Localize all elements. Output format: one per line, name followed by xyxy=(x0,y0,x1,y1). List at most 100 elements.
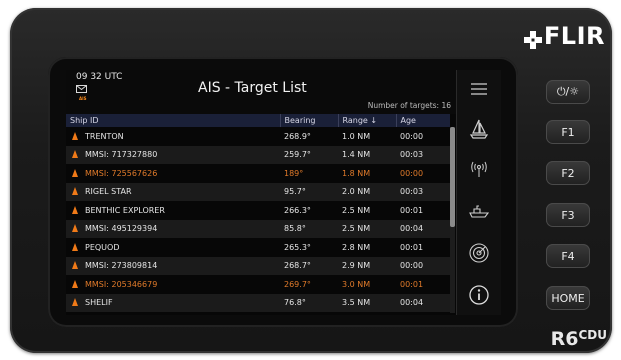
bearing-text: 265.3° xyxy=(284,242,311,252)
brand-name: FLIR xyxy=(543,22,605,50)
table-row[interactable]: PEQUOD 265.3° 2.8 NM 00:01 xyxy=(66,238,450,257)
scrollbar-thumb[interactable] xyxy=(450,127,455,227)
range-text: 2.5 NM xyxy=(342,205,371,215)
range-cell: 2.8 NM xyxy=(338,238,396,257)
range-cell: 2.9 NM xyxy=(338,256,396,275)
message-tag: AIS xyxy=(79,96,87,101)
message-envelope-icon[interactable] xyxy=(76,85,87,93)
range-text: 2.0 NM xyxy=(342,187,371,197)
home-button[interactable]: HOME xyxy=(546,286,590,310)
screen-header: 09 32 UTC AIS AIS - Target List Number o… xyxy=(66,70,456,114)
ship-id-cell: PEQUOD xyxy=(66,238,280,257)
ais-target-icon xyxy=(72,187,78,196)
ais-radio-icon[interactable] xyxy=(463,156,495,182)
table-header-row: Ship ID Bearing Range ↓ Age xyxy=(66,114,450,127)
utc-time: 09 32 UTC xyxy=(76,72,123,82)
target-table: Ship ID Bearing Range ↓ Age TRENTON 268.9… xyxy=(66,114,450,312)
range-cell: 2.5 NM xyxy=(338,201,396,220)
range-cell: 1.4 NM xyxy=(338,145,396,164)
f2-button[interactable]: F2 xyxy=(546,161,590,185)
ship-id-cell: MMSI: 273809814 xyxy=(66,256,280,275)
age-text: 00:04 xyxy=(400,298,424,308)
target-count: Number of targets: 16 xyxy=(367,101,451,110)
range-cell: 3.5 NM xyxy=(338,293,396,312)
bearing-cell: 265.3° xyxy=(280,238,338,257)
bearing-text: 269.7° xyxy=(284,279,311,289)
sidebar xyxy=(456,70,501,315)
f1-button[interactable]: F1 xyxy=(546,120,590,144)
column-range[interactable]: Range ↓ xyxy=(338,114,397,127)
range-text: 2.5 NM xyxy=(342,224,371,234)
ais-target-icon xyxy=(72,224,78,233)
ship-id-text: BENTHIC EXPLORER xyxy=(85,205,165,215)
ais-target-icon xyxy=(72,131,78,140)
range-text: 2.8 NM xyxy=(342,242,371,252)
model-label: R6CDU xyxy=(551,328,607,350)
age-text: 00:03 xyxy=(400,187,424,197)
info-icon[interactable] xyxy=(463,282,495,308)
range-text: 1.4 NM xyxy=(342,150,371,160)
age-cell: 00:04 xyxy=(396,219,450,238)
bearing-cell: 189° xyxy=(280,164,338,183)
ais-target-icon xyxy=(72,205,78,214)
model-suffix: CDU xyxy=(578,328,607,342)
age-cell: 00:03 xyxy=(396,182,450,201)
ais-target-icon xyxy=(72,298,78,307)
ship-id-text: PEQUOD xyxy=(85,242,120,252)
table-row[interactable]: MMSI: 725567626 189° 1.8 NM 00:00 xyxy=(66,164,450,183)
ship-id-text: MMSI: 725567626 xyxy=(85,168,158,178)
table-row[interactable]: MMSI: 205346679 269.7° 3.0 NM 00:01 xyxy=(66,275,450,294)
column-age[interactable]: Age xyxy=(396,114,450,127)
table-row[interactable]: TRENTON 268.9° 1.0 NM 00:00 xyxy=(66,127,450,146)
table-row[interactable]: BENTHIC EXPLORER 266.3° 2.5 NM 00:01 xyxy=(66,201,450,220)
ship-id-cell: MMSI: 205346679 xyxy=(66,275,280,294)
range-text: 3.5 NM xyxy=(342,298,371,308)
age-cell: 00:01 xyxy=(396,275,450,294)
column-bearing[interactable]: Bearing xyxy=(280,114,339,127)
bearing-cell: 268.9° xyxy=(280,127,338,146)
bearing-cell: 95.7° xyxy=(280,182,338,201)
bearing-text: 266.3° xyxy=(284,205,311,215)
age-text: 00:04 xyxy=(400,224,424,234)
bearing-text: 85.8° xyxy=(284,224,306,234)
age-text: 00:00 xyxy=(400,168,424,178)
age-cell: 00:00 xyxy=(396,256,450,275)
radar-icon[interactable] xyxy=(463,240,495,266)
bearing-cell: 269.7° xyxy=(280,275,338,294)
range-text: 2.9 NM xyxy=(342,261,371,271)
ship-id-cell: TRENTON xyxy=(66,127,280,146)
table-row[interactable]: MMSI: 273809814 268.7° 2.9 NM 00:00 xyxy=(66,256,450,275)
column-ship-id[interactable]: Ship ID xyxy=(66,114,281,127)
f3-button[interactable]: F3 xyxy=(546,203,590,227)
age-cell: 00:00 xyxy=(396,164,450,183)
ship-id-cell: MMSI: 717327880 xyxy=(66,145,280,164)
bearing-text: 189° xyxy=(284,168,304,178)
bearing-text: 268.9° xyxy=(284,131,311,141)
range-cell: 1.0 NM xyxy=(338,127,396,146)
ais-target-icon xyxy=(72,150,78,159)
ship-id-cell: MMSI: 495129394 xyxy=(66,219,280,238)
age-cell: 00:03 xyxy=(396,145,450,164)
ship-id-cell: SHELIF xyxy=(66,293,280,312)
age-cell: 00:04 xyxy=(396,293,450,312)
age-text: 00:01 xyxy=(400,279,424,289)
age-cell: 00:00 xyxy=(396,127,450,146)
ship-id-text: MMSI: 205346679 xyxy=(85,279,158,289)
table-row[interactable]: MMSI: 495129394 85.8° 2.5 NM 00:04 xyxy=(66,219,450,238)
ais-target-icon xyxy=(72,261,78,270)
menu-icon[interactable] xyxy=(463,76,495,102)
f4-button[interactable]: F4 xyxy=(546,244,590,268)
age-text: 00:01 xyxy=(400,205,424,215)
power-brightness-button[interactable]: ⏻/☼ xyxy=(546,80,590,104)
ship-id-text: SHELIF xyxy=(85,298,113,308)
age-text: 00:03 xyxy=(400,150,424,160)
ship-id-text: MMSI: 273809814 xyxy=(85,261,158,271)
table-row[interactable]: SHELIF 76.8° 3.5 NM 00:04 xyxy=(66,293,450,312)
table-row[interactable]: MMSI: 717327880 259.7° 1.4 NM 00:03 xyxy=(66,145,450,164)
ship-icon[interactable] xyxy=(463,198,495,224)
range-cell: 2.5 NM xyxy=(338,219,396,238)
bearing-text: 259.7° xyxy=(284,150,311,160)
scrollbar[interactable] xyxy=(450,127,455,313)
table-row[interactable]: RIGEL STAR 95.7° 2.0 NM 00:03 xyxy=(66,182,450,201)
sailboat-icon[interactable] xyxy=(463,116,495,142)
